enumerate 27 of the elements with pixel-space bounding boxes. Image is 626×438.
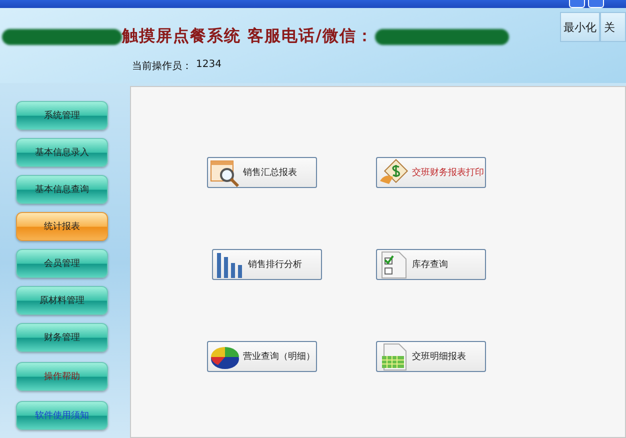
report-button[interactable]: 销售排行分析 — [212, 249, 322, 280]
magnifier-icon — [210, 158, 240, 186]
operator-value: 1234 — [196, 59, 222, 72]
sidebar-item[interactable]: 基本信息录入 — [16, 138, 108, 167]
sidebar-item[interactable]: 原材料管理 — [16, 286, 108, 315]
report-button[interactable]: 交班明细报表 — [376, 341, 486, 372]
report-button[interactable]: 库存查询 — [376, 249, 486, 280]
sidebar-item[interactable]: 操作帮助 — [16, 362, 108, 391]
sidebar-item[interactable]: 软件使用须知 — [16, 401, 108, 430]
sidebar-item[interactable]: 会员管理 — [16, 249, 108, 278]
report-button[interactable]: 销售汇总报表 — [207, 157, 317, 188]
sidebar-item[interactable]: 财务管理 — [16, 323, 108, 352]
bar-chart-icon — [215, 250, 245, 278]
checklist-icon — [379, 250, 409, 278]
app-title: 触摸屏点餐系统 客服电话/微信： — [120, 26, 374, 47]
spreadsheet-icon — [379, 342, 409, 370]
operator-label: 当前操作员： — [132, 60, 192, 73]
window-button[interactable]: 关 — [600, 12, 626, 42]
sidebar-item[interactable]: 基本信息查询 — [16, 175, 108, 204]
maximize-icon[interactable] — [588, 0, 604, 8]
report-button[interactable]: 营业查询（明细） — [207, 341, 317, 372]
minimize-icon[interactable] — [569, 0, 585, 8]
money-hand-icon — [379, 158, 409, 186]
sidebar-item[interactable]: 统计报表 — [16, 212, 108, 241]
report-button[interactable]: 交班财务报表打印 — [376, 157, 486, 188]
window-button[interactable]: 最小化 — [560, 12, 600, 42]
sidebar-item[interactable]: 系统管理 — [16, 101, 108, 130]
